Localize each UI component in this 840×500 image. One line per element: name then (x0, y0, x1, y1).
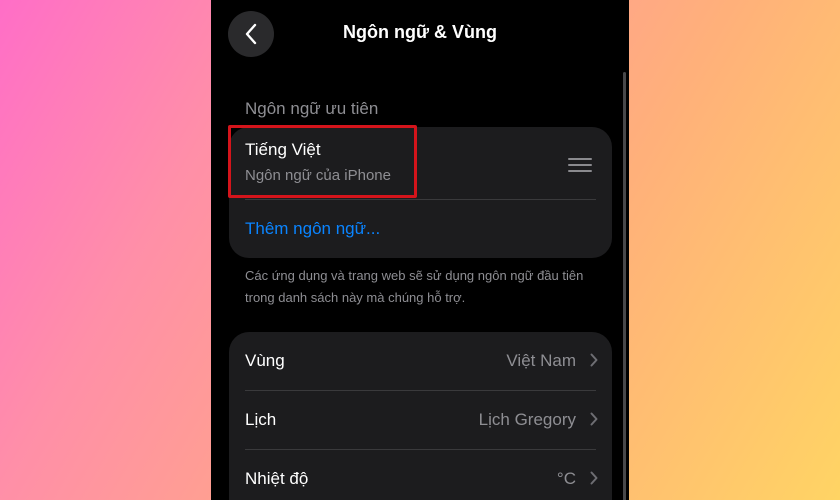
preferred-languages-header: Ngôn ngữ ưu tiên (245, 99, 379, 118)
add-language-link[interactable]: Thêm ngôn ngữ... (245, 219, 380, 239)
region-settings-card: Vùng Việt Nam Lịch Lịch Gregory Nhiệt độ… (229, 332, 612, 500)
row-label: Lịch (245, 410, 277, 429)
chevron-right-icon (590, 353, 598, 367)
annotation-highlight-box (228, 125, 417, 198)
chevron-right-icon (590, 412, 598, 426)
row-label: Nhiệt độ (245, 469, 309, 488)
row-value: Việt Nam (506, 351, 576, 370)
row-region[interactable]: Vùng Việt Nam (229, 332, 612, 391)
row-temperature[interactable]: Nhiệt độ °C (229, 450, 612, 500)
row-value: °C (556, 469, 576, 488)
preferred-languages-footer: Các ứng dụng và trang web sẽ sử dụng ngô… (245, 268, 584, 305)
scrollbar[interactable] (623, 72, 626, 500)
row-value: Lịch Gregory (478, 410, 576, 429)
row-label: Vùng (245, 351, 285, 370)
row-calendar[interactable]: Lịch Lịch Gregory (229, 391, 612, 450)
reorder-handle-icon[interactable] (568, 158, 592, 176)
chevron-right-icon (590, 471, 598, 485)
phone-screen: Ngôn ngữ & Vùng Ngôn ngữ ưu tiên Tiếng V… (211, 0, 629, 500)
page-title: Ngôn ngữ & Vùng (342, 22, 497, 42)
divider (245, 199, 596, 200)
